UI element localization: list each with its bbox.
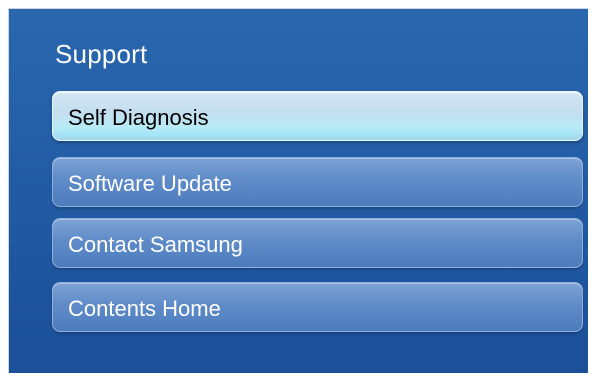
panel-title: Support: [55, 39, 148, 69]
menu-item-contact-samsung[interactable]: Contact Samsung: [52, 218, 583, 268]
support-panel: Support Self Diagnosis Software Update C…: [8, 8, 588, 373]
menu-item-contents-home[interactable]: Contents Home: [52, 282, 583, 332]
menu-item-self-diagnosis[interactable]: Self Diagnosis: [52, 91, 583, 141]
menu-item-label: Contact Samsung: [68, 232, 243, 257]
menu-item-software-update[interactable]: Software Update: [52, 157, 583, 207]
menu-item-label: Software Update: [68, 171, 232, 196]
menu-item-label: Self Diagnosis: [68, 105, 209, 130]
menu-item-label: Contents Home: [68, 296, 221, 321]
